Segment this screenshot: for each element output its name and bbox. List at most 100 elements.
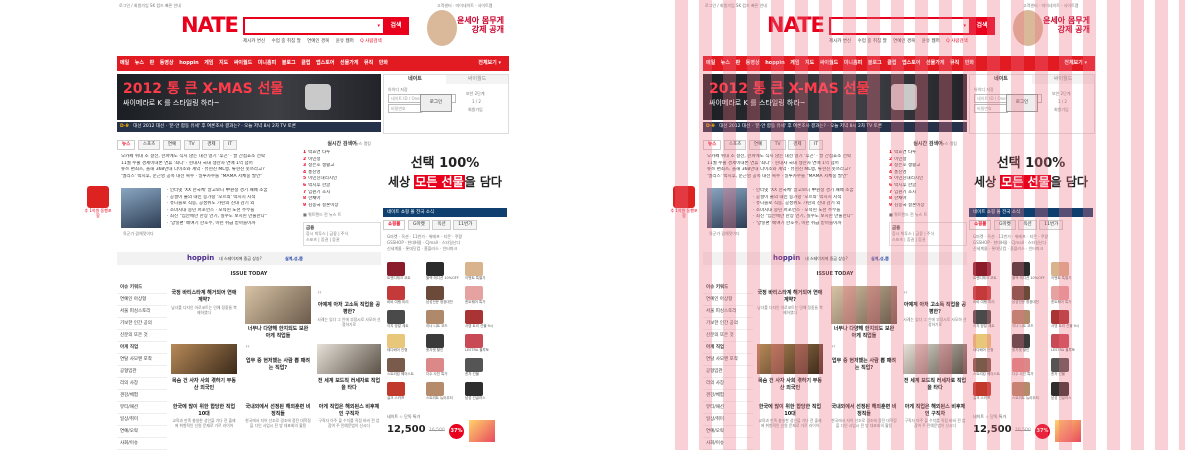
nav-comic[interactable]: 만화: [379, 60, 388, 66]
tab-it[interactable]: IT: [809, 140, 824, 150]
issue-card-title[interactable]: 국내외에서 선정된 해외훈련 비정직들: [245, 404, 311, 417]
nav-all-button[interactable]: 전체보기 ▾: [1064, 56, 1087, 71]
issue-card-title[interactable]: 업무 중 현저했는 사람 뽑 패려는 직업?: [831, 358, 897, 371]
nav-cyworld[interactable]: 싸이월드: [234, 60, 252, 66]
nav-giftshop[interactable]: 선물가게: [340, 60, 358, 66]
product-item[interactable]: 이벤트 특별가: [465, 262, 502, 280]
nav-video[interactable]: 동영상: [160, 60, 174, 66]
product-item[interactable]: 이지 양말 세트: [387, 310, 424, 328]
search-input[interactable]: ▾: [829, 17, 971, 35]
password-field[interactable]: 비밀번호: [974, 104, 1008, 113]
side-item[interactable]: 견강/체험: [117, 390, 167, 402]
nav-game[interactable]: 게임: [790, 60, 799, 66]
nav-map[interactable]: 지도: [805, 60, 814, 66]
nav-music[interactable]: 뮤직: [364, 60, 373, 66]
side-item[interactable]: 연탈 사모맨 포착: [703, 354, 753, 366]
realtime-item[interactable]: 8 한채아: [889, 196, 967, 203]
sub-news-item[interactable]: · 퓨니블로 직동, 공성위도 가린의 진대 감기 외: [753, 201, 885, 208]
issue-card-image[interactable]: [903, 344, 967, 374]
side-item[interactable]: 서울 피싱스토리: [117, 306, 167, 318]
search-dropdown-icon[interactable]: ▾: [377, 23, 380, 29]
secure-level[interactable]: 보안 2단계: [1052, 91, 1071, 97]
nav-mail[interactable]: 메일: [706, 60, 715, 66]
side-item[interactable]: 일상/취미: [703, 414, 753, 426]
tab-cyworld[interactable]: 싸이월드: [446, 75, 508, 84]
side-item[interactable]: 뷰티/패션: [117, 402, 167, 414]
product-item[interactable]: 핫자켓 할인: [1012, 334, 1049, 352]
tab-gmarket[interactable]: G마켓: [994, 220, 1016, 230]
realtime-more[interactable]: ■ 쿼트렌드 전 뉴스 트: [889, 212, 967, 218]
news-photo-caption[interactable]: 육군가 겹해젓이다: [709, 231, 740, 237]
product-item[interactable]: 테디베어 인형: [387, 334, 424, 352]
search-button[interactable]: 검색: [969, 17, 995, 35]
issue-rolling-bar[interactable]: D-9 대선 2012 대선 · '문·안 합동 유세' 후 여론조사 결과는?…: [117, 122, 381, 132]
sub-news-item[interactable]: · 인터넷 'XX 한국체' 알고보니 中원정 경기 패배 소꿈: [753, 188, 885, 195]
product-item[interactable]: 퀸자 선물: [1051, 358, 1088, 376]
nav-club[interactable]: 클럽: [887, 60, 896, 66]
shopping-bar[interactable]: 네이트 쇼핑 몰 전국 소식: [969, 208, 1093, 217]
product-item[interactable]: 퀸자 선물: [465, 358, 502, 376]
side-item[interactable]: 공형임관: [117, 366, 167, 378]
gift-ad[interactable]: 선택 100% 세상 모든 선물을 담다: [969, 140, 1093, 202]
nav-blog[interactable]: 블로그: [282, 60, 296, 66]
realtime-item[interactable]: 6 박시후 한글: [889, 183, 967, 190]
product-item[interactable]: 테디베어 인형: [973, 334, 1010, 352]
side-item[interactable]: 신분의 또은 것: [703, 330, 753, 342]
realtime-item[interactable]: 3 정은호 생활고: [889, 163, 967, 170]
side-item[interactable]: 아게 직업: [117, 342, 167, 354]
side-item[interactable]: 서울 피싱스토리: [703, 306, 753, 318]
login-button[interactable]: 로그인: [1006, 94, 1038, 112]
secure-level[interactable]: 보안 2단계: [466, 91, 485, 97]
hoppin-strip[interactable]: hoppin 내 스테이지에 중금 상승? 실계,성,쫌: [117, 252, 381, 265]
nav-pan[interactable]: 판: [736, 60, 741, 66]
realtime-item[interactable]: 5 이민친대리시인: [303, 176, 381, 183]
issue-card-image[interactable]: [831, 286, 897, 324]
tab-entertainment[interactable]: 연예: [162, 140, 182, 150]
nav-minihompy[interactable]: 미니홈피: [258, 60, 276, 66]
sub-news-item[interactable]: · 소녀시대 중년 퍼포먼스 · 모욕된 노천 주부들: [753, 208, 885, 215]
product-item[interactable]: 남성전문 정장대전: [426, 286, 463, 304]
quick-link[interactable]: 윤유 웹퍼: [336, 39, 354, 44]
realtime-item[interactable]: 4 홍진영: [889, 170, 967, 177]
issue-card-title[interactable]: 한국에 많이 위한 합당한 직업 10대: [171, 404, 237, 417]
side-item[interactable]: 일상/취미: [117, 414, 167, 426]
issue-card-title[interactable]: 너무나 다양해 한지되도 보완 아게 직업들: [831, 326, 897, 339]
tab-shopping-mall[interactable]: 쇼핑몰: [383, 220, 406, 230]
realtime-item[interactable]: 3 정은호 생활고: [303, 163, 381, 170]
nav-appstore[interactable]: 앱스토어: [902, 60, 920, 66]
side-item[interactable]: 사회/이슈: [703, 438, 753, 450]
ad-model-image[interactable]: [1013, 10, 1043, 46]
sub-news-item[interactable]: · '양넣편' 배여기 한호주, 이런 취급 받아들이까: [167, 221, 299, 228]
realtime-item[interactable]: 7 임원기 초시: [889, 190, 967, 197]
realtime-item[interactable]: 6 박시후 한글: [303, 183, 381, 190]
util-left[interactable]: 로그인 / 회원가입 SK 컴즈 빠른 안내: [119, 3, 181, 9]
nate-logo[interactable]: NATE: [181, 13, 239, 37]
tab-tv[interactable]: TV: [769, 140, 786, 150]
nav-game[interactable]: 게임: [204, 60, 213, 66]
hoppin-link[interactable]: 실계,성,쫌: [871, 256, 889, 262]
nav-appstore[interactable]: 앱스토어: [316, 60, 334, 66]
shopping-bar[interactable]: 네이트 쇼핑 몰 전국 소식: [383, 208, 507, 217]
left-float-ad[interactable]: 추 1억원 동행포함: [84, 186, 112, 226]
product-thumb[interactable]: [1055, 420, 1081, 442]
xmas-banner[interactable]: 2012 통 큰 X-MAS 선물 싸이메라로 K 를 스타일링 하라~: [703, 74, 967, 120]
tab-nate[interactable]: 네이트: [384, 75, 446, 84]
quick-link[interactable]: 수업 중 취침 딸: [272, 39, 301, 44]
product-item[interactable]: 실크 스카프: [973, 382, 1010, 400]
tab-nate[interactable]: 네이트: [970, 75, 1032, 84]
side-item[interactable]: 연예/오락: [703, 426, 753, 438]
quick-link[interactable]: 제시카 변신: [243, 39, 265, 44]
nav-hoppin[interactable]: hoppin: [179, 60, 198, 66]
side-item[interactable]: 연예/오락: [117, 426, 167, 438]
product-thumb[interactable]: [469, 420, 495, 442]
login-button[interactable]: 로그인: [420, 94, 452, 112]
nav-all-button[interactable]: 전체보기 ▾: [478, 56, 501, 71]
product-item[interactable]: 다수 사진 특가: [1012, 358, 1049, 376]
realtime-item[interactable]: 8 한채아: [303, 196, 381, 203]
search-button[interactable]: 검색: [383, 17, 409, 35]
tab-sports[interactable]: 스포츠: [723, 140, 747, 150]
sub-news-item[interactable]: · '양넣편' 배여기 한호주, 이런 취급 받아들이까: [753, 221, 885, 228]
nav-news[interactable]: 뉴스: [721, 60, 730, 66]
nav-blog[interactable]: 블로그: [868, 60, 882, 66]
issue-card-title[interactable]: 한국에 많이 위한 합당한 직업 10대: [757, 404, 823, 417]
